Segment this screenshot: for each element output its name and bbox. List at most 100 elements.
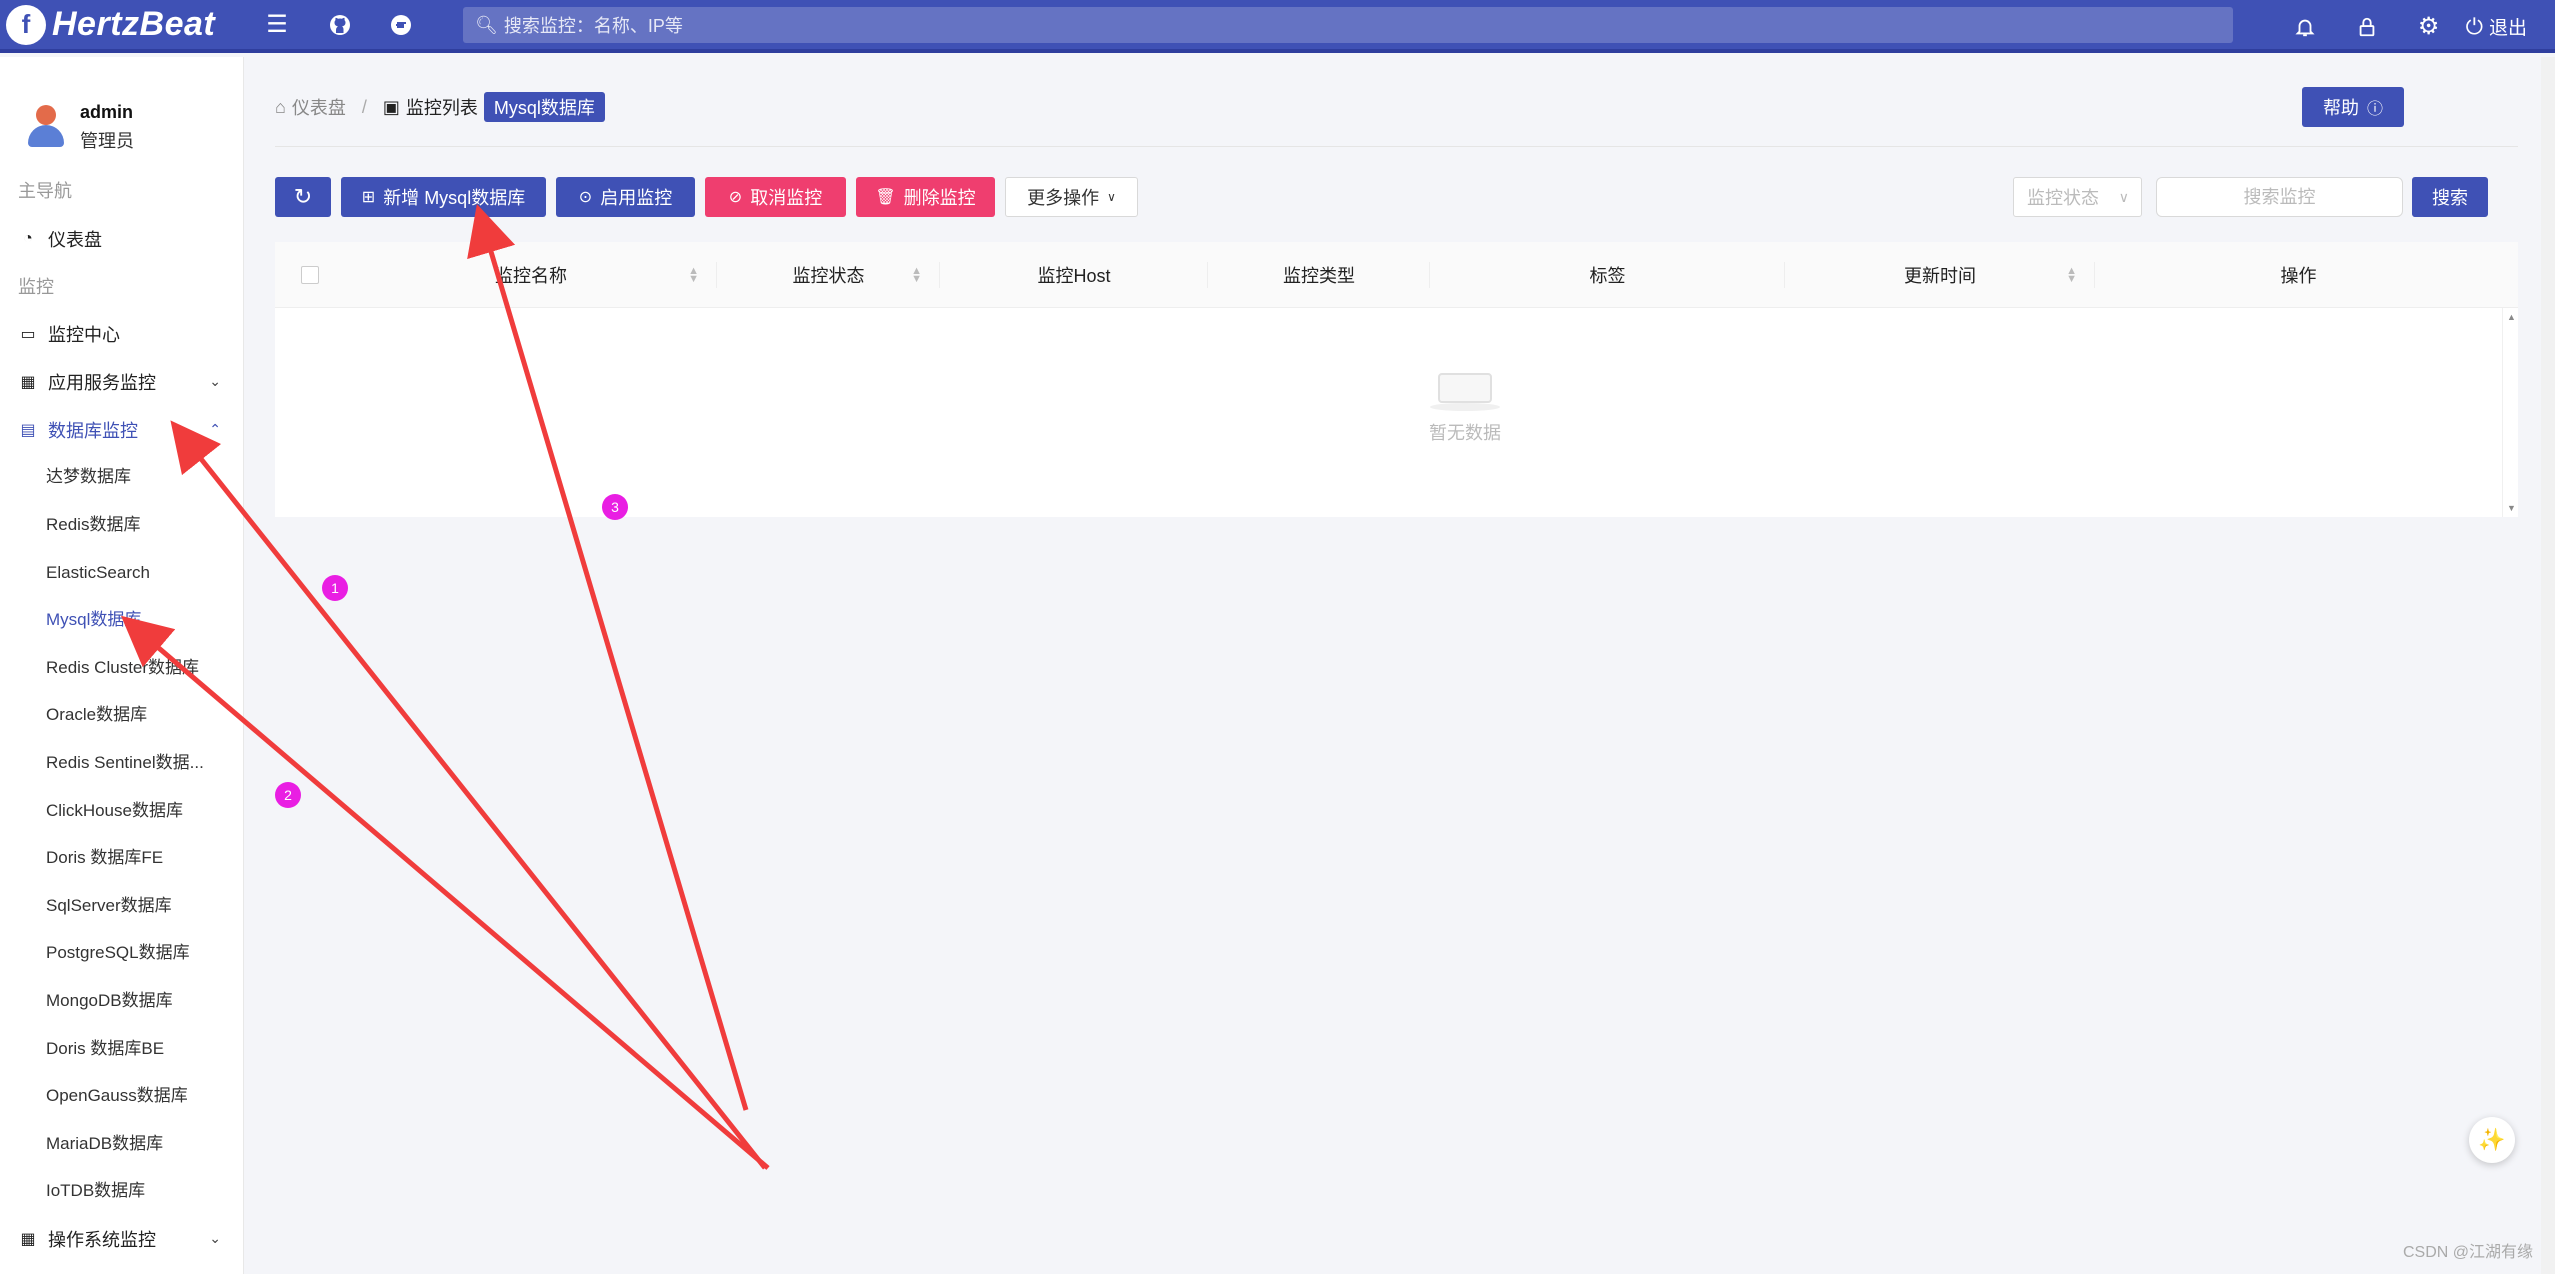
add-icon: ⊞ (361, 189, 376, 206)
logout-label: 退出 (2488, 18, 2527, 39)
table-header: 监控名称 ▲ ▼ 监控状态 ▲ ▼ 监控Host 监控类型 标签 更新时间 ▲ ▼ 操… (275, 242, 2518, 308)
action-toolbar: ↻ ⊞ 新增 Mysql数据库 ⊙ 启用监控 ⊘ 取消监控 🗑︎ 删除监控 更多… (275, 177, 1148, 217)
top-header: f HertzBeat ☰ 🔍︎ 搜索监控：名称、IP等 ⚙ ⏻ 退出 (0, 0, 2555, 53)
logout-icon: ⏻ (2465, 13, 2483, 39)
lock-icon[interactable] (2336, 0, 2398, 53)
column-header-type: 监控类型 (1208, 242, 1430, 308)
status-filter-select[interactable]: 监控状态 ∨ (2013, 177, 2142, 217)
refresh-button[interactable]: ↻ (275, 177, 331, 217)
sidebar-subitem-redis-cluster[interactable]: Redis Cluster数据库 (0, 644, 210, 692)
magic-wand-icon[interactable]: ✨ (2469, 1117, 2515, 1163)
enable-monitor-label: 启用监控 (600, 188, 673, 208)
chevron-down-icon: ∨ (1107, 190, 1116, 204)
breadcrumb: ⌂ 仪表盘 / ▣ 监控列表 Mysql数据库 (275, 92, 605, 122)
apps-icon: ▦ (20, 373, 36, 391)
sidebar-item-database[interactable]: ▤ 数据库监控 ⌃ (0, 406, 243, 454)
sidebar-subitem-iotdb[interactable]: IoTDB数据库 (0, 1167, 210, 1215)
enable-monitor-button[interactable]: ⊙ 启用监控 (556, 177, 695, 217)
chevron-down-icon: ∨ (2118, 188, 2129, 205)
user-name: admin (80, 101, 134, 122)
breadcrumb-separator: / (361, 96, 367, 117)
monitor-search-input[interactable]: 搜索监控 (2156, 177, 2403, 217)
sidebar-item-label: 数据库监控 (48, 420, 138, 441)
sidebar-subitem-doris-be[interactable]: Doris 数据库BE (0, 1025, 210, 1073)
trash-icon: 🗑︎ (875, 189, 896, 206)
breadcrumb-current: Mysql数据库 (483, 92, 605, 122)
delete-monitor-button[interactable]: 🗑︎ 删除监控 (856, 177, 995, 217)
sidebar-subitem-mysql[interactable]: Mysql数据库 (0, 596, 210, 644)
logout-button[interactable]: ⏻ 退出 (2460, 13, 2555, 40)
status-filter-placeholder: 监控状态 (2027, 188, 2099, 208)
sidebar-subitem-doris-fe[interactable]: Doris 数据库FE (0, 834, 210, 882)
sidebar-subitem-sqlserver[interactable]: SqlServer数据库 (0, 882, 210, 930)
empty-inbox-icon (1430, 363, 1500, 411)
search-icon: 🔍︎ (475, 14, 498, 35)
global-search-placeholder: 搜索监控：名称、IP等 (503, 16, 683, 36)
database-icon: ▤ (20, 421, 36, 439)
delete-monitor-label: 删除监控 (903, 188, 976, 208)
scroll-down-icon: ▼ (2507, 503, 2516, 513)
sidebar-subitem-elasticsearch[interactable]: ElasticSearch (0, 549, 210, 597)
github-icon[interactable] (309, 0, 371, 51)
nav-group-monitor: 监控 (18, 276, 54, 297)
watermark: CSDN @江湖有缘 (2402, 1244, 2533, 1261)
gitee-icon[interactable] (370, 0, 432, 51)
more-actions-dropdown[interactable]: 更多操作 ∨ (1005, 177, 1138, 217)
bell-icon[interactable] (2274, 0, 2336, 53)
sidebar-subitem-mongodb[interactable]: MongoDB数据库 (0, 977, 210, 1025)
app-name: HertzBeat (52, 5, 216, 43)
dashboard-icon: ◔ (23, 229, 33, 247)
sidebar-subitem-redis-sentinel[interactable]: Redis Sentinel数据... (0, 739, 210, 787)
cancel-monitor-button[interactable]: ⊘ 取消监控 (705, 177, 846, 217)
sidebar-subitem-dameng[interactable]: 达梦数据库 (0, 453, 210, 501)
user-role: 管理员 (80, 130, 134, 151)
global-search-input[interactable]: 🔍︎ 搜索监控：名称、IP等 (463, 7, 2233, 43)
sidebar-item-label: 仪表盘 (48, 229, 102, 250)
header-divider (275, 146, 2518, 147)
avatar (26, 105, 66, 149)
sidebar-subitem-opengauss[interactable]: OpenGauss数据库 (0, 1072, 210, 1120)
user-panel[interactable]: admin 管理员 (0, 57, 243, 167)
pause-circle-icon: ⊘ (728, 189, 743, 206)
sort-icon: ▲ ▼ (2066, 265, 2077, 285)
sidebar-item-dashboard[interactable]: ◔ 仪表盘 (0, 215, 243, 263)
chevron-down-icon: ⌄ (209, 373, 221, 390)
sidebar-subitem-postgresql[interactable]: PostgreSQL数据库 (0, 929, 210, 977)
breadcrumb-list[interactable]: ▣ 监控列表 (383, 94, 478, 120)
add-monitor-button[interactable]: ⊞ 新增 Mysql数据库 (341, 177, 546, 217)
breadcrumb-list-label: 监控列表 (405, 98, 478, 118)
help-button[interactable]: 帮助 ⓘ (2302, 87, 2404, 127)
sidebar-item-monitor-center[interactable]: ▭ 监控中心 (0, 311, 243, 359)
column-header-status[interactable]: 监控状态 ▲ ▼ (717, 242, 940, 308)
annotation-badge-2: 2 (275, 782, 301, 808)
sidebar-item-label: 应用服务监控 (48, 372, 156, 393)
cancel-monitor-label: 取消监控 (750, 188, 823, 208)
play-circle-icon: ⊙ (578, 189, 593, 206)
sidebar-subitem-oracle[interactable]: Oracle数据库 (0, 691, 210, 739)
sidebar-item-os-monitor[interactable]: ▦ 操作系统监控 ⌄ (0, 1215, 243, 1263)
select-all-cell (275, 242, 345, 308)
column-header-host: 监控Host (940, 242, 1208, 308)
annotation-badge-3: 3 (602, 494, 628, 520)
menu-icon[interactable]: ☰ (246, 0, 308, 51)
empty-state: 暂无数据 (1325, 363, 1605, 445)
logo-icon: f (6, 4, 46, 45)
sidebar: admin 管理员 主导航 ◔ 仪表盘 监控 ▭ 监控中心 ▦ 应用服务监控 ⌄… (0, 57, 244, 1274)
empty-text: 暂无数据 (1429, 423, 1501, 443)
breadcrumb-home[interactable]: 仪表盘 (292, 94, 346, 120)
gear-icon[interactable]: ⚙ (2398, 0, 2460, 53)
page-scrollbar[interactable] (2541, 57, 2555, 1274)
sort-icon: ▲ ▼ (688, 265, 699, 285)
sidebar-subitem-redis[interactable]: Redis数据库 (0, 501, 210, 549)
refresh-icon: ↻ (293, 184, 313, 209)
column-header-name[interactable]: 监控名称 ▲ ▼ (345, 242, 717, 308)
sidebar-subitem-mariadb[interactable]: MariaDB数据库 (0, 1120, 210, 1168)
sidebar-item-app-service[interactable]: ▦ 应用服务监控 ⌄ (0, 358, 243, 406)
search-button[interactable]: 搜索 (2412, 177, 2488, 217)
add-monitor-label: 新增 Mysql数据库 (383, 188, 526, 208)
column-header-updated[interactable]: 更新时间 ▲ ▼ (1785, 242, 2095, 308)
table-scrollbar[interactable]: ▲ ▼ (2502, 308, 2518, 517)
sidebar-subitem-clickhouse[interactable]: ClickHouse数据库 (0, 787, 210, 835)
app-logo[interactable]: f HertzBeat (0, 4, 250, 45)
select-all-checkbox[interactable] (301, 266, 319, 284)
